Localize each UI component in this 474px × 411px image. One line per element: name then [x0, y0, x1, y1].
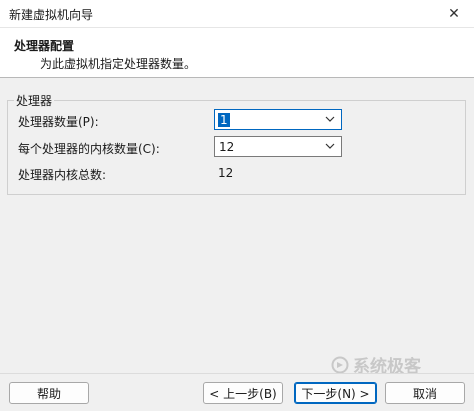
total-cores-value: 12 [218, 166, 234, 180]
next-button[interactable]: 下一步(N) > [294, 382, 377, 404]
cancel-button[interactable]: 取消 [385, 382, 465, 404]
window-title: 新建虚拟机向导 [9, 8, 94, 22]
chevron-down-icon[interactable] [324, 113, 336, 125]
help-button[interactable]: 帮助 [9, 382, 89, 404]
close-icon[interactable]: ✕ [434, 0, 474, 28]
wizard-header: 处理器配置 为此虚拟机指定处理器数量。 [0, 28, 474, 78]
processor-count-select[interactable]: 1 [214, 109, 342, 130]
cores-per-processor-value: 12 [219, 140, 235, 154]
cores-per-processor-label: 每个处理器的内核数量(C): [18, 142, 160, 156]
title-bar: 新建虚拟机向导 ✕ [0, 0, 474, 28]
processor-count-label: 处理器数量(P): [18, 115, 99, 129]
total-cores-label: 处理器内核总数: [18, 168, 107, 182]
logo-icon [331, 356, 349, 373]
back-button[interactable]: < 上一步(B) [203, 382, 283, 404]
footer-divider [0, 373, 474, 374]
processors-group-legend: 处理器 [14, 92, 55, 109]
chevron-down-icon[interactable] [324, 140, 336, 152]
cores-per-processor-select[interactable]: 12 [214, 136, 342, 157]
page-title: 处理器配置 [14, 39, 75, 53]
processor-count-value: 1 [218, 113, 230, 127]
page-subtitle: 为此虚拟机指定处理器数量。 [40, 57, 197, 71]
